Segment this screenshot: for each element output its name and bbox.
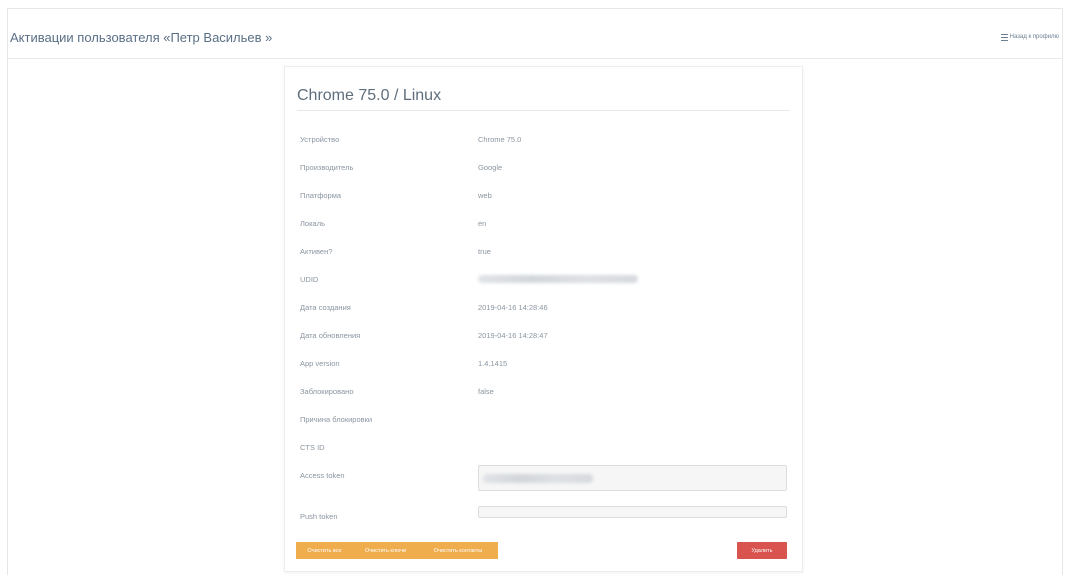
detail-label: Дата обновления	[300, 330, 361, 340]
detail-value: 2019-04-16 14:28:46	[478, 302, 548, 312]
push-token-field[interactable]	[478, 506, 787, 518]
detail-label: Устройство	[300, 134, 340, 144]
detail-row-locale: Локаль en	[300, 216, 790, 230]
detail-label: App version	[300, 358, 340, 368]
detail-value: Google	[478, 162, 503, 172]
detail-label: Причина блокировки	[300, 414, 373, 424]
detail-row-device: Устройство Chrome 75.0	[300, 132, 790, 146]
detail-label: CTS ID	[300, 442, 325, 452]
detail-row-cts-id: CTS ID	[300, 440, 790, 454]
detail-value: 2019-04-16 14:28:47	[478, 330, 548, 340]
list-icon	[1000, 33, 1008, 41]
detail-label: Активен?	[300, 246, 333, 256]
clear-keys-button[interactable]: Очистить ключи	[353, 542, 418, 559]
detail-label: Дата создания	[300, 302, 351, 312]
detail-row-active: Активен? true	[300, 244, 790, 258]
detail-row-platform: Платформа web	[300, 188, 790, 202]
back-to-profile-link[interactable]: Назад к профилю	[1000, 33, 1063, 41]
detail-value: Chrome 75.0	[478, 134, 522, 144]
redacted-access-token	[483, 474, 593, 483]
detail-row-created: Дата создания 2019-04-16 14:28:46	[300, 300, 790, 314]
detail-row-manufacturer: Производитель Google	[300, 160, 790, 174]
detail-row-blocked: Заблокировано false	[300, 384, 790, 398]
access-token-label: Access token	[300, 470, 345, 480]
activation-card: Chrome 75.0 / Linux Устройство Chrome 75…	[284, 66, 803, 572]
detail-row-app-version: App version 1.4.1415	[300, 356, 790, 370]
detail-row-udid: UDID	[300, 272, 790, 286]
detail-value: 1.4.1415	[478, 358, 508, 368]
page-header: Активации пользователя «Петр Васильев » …	[8, 22, 1063, 52]
detail-label: UDID	[300, 274, 319, 284]
card-title: Chrome 75.0 / Linux	[297, 87, 442, 104]
detail-row-updated: Дата обновления 2019-04-16 14:28:47	[300, 328, 790, 342]
detail-row-block-reason: Причина блокировки	[300, 412, 790, 426]
detail-label: Производитель	[300, 162, 354, 172]
page-title: Активации пользователя «Петр Васильев »	[10, 29, 273, 45]
redacted-udid	[478, 275, 638, 283]
access-token-field[interactable]	[478, 465, 787, 491]
detail-value: web	[478, 190, 492, 200]
delete-button[interactable]: Удалить	[737, 542, 787, 559]
back-link-label: Назад к профилю	[1009, 34, 1059, 40]
detail-label: Платформа	[300, 190, 342, 200]
clear-all-button[interactable]: Очистить все	[296, 542, 353, 559]
push-token-label: Push token	[300, 511, 338, 521]
detail-value: false	[478, 386, 494, 396]
card-title-divider	[297, 110, 790, 111]
clear-contacts-button[interactable]: Очистить контакты	[418, 542, 498, 559]
header-divider	[8, 58, 1063, 59]
detail-value: true	[478, 246, 491, 256]
detail-label: Локаль	[300, 218, 325, 228]
detail-value: en	[478, 218, 487, 228]
detail-label: Заблокировано	[300, 386, 354, 396]
